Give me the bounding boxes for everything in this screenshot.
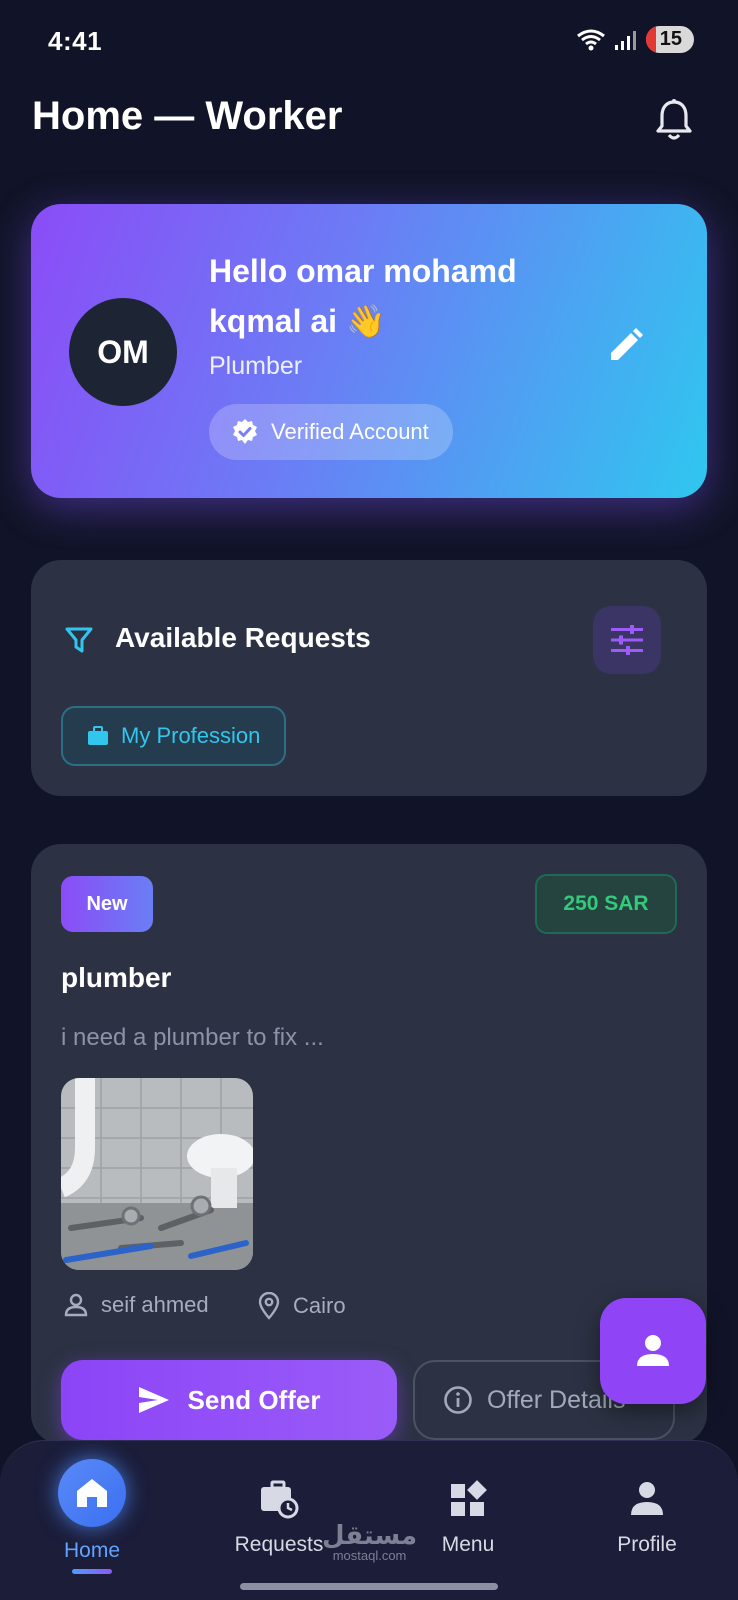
nav-label-profile: Profile [617,1533,677,1556]
verified-check-icon [233,419,257,444]
send-arrow-icon [138,1387,169,1413]
job-title: plumber [61,962,172,993]
profile-card: OM Hello omar mohamd kqmal ai 👋 Plumber … [31,204,707,498]
person-outline-icon [64,1293,88,1317]
home-icon [77,1479,107,1507]
nav-item-home[interactable]: Home [42,1441,142,1600]
active-tab-indicator [72,1569,112,1574]
my-profession-label: My Profession [121,723,261,748]
job-description: i need a plumber to fix ... [61,1024,324,1051]
job-photo-plumbing-tools[interactable] [61,1078,253,1270]
profession-text: Plumber [209,352,303,380]
price-badge: 250 SAR [535,874,677,934]
briefcase-icon [88,726,108,745]
info-circle-icon [444,1386,472,1414]
nav-label-home: Home [63,1539,121,1562]
edit-pencil-icon[interactable] [605,326,645,366]
nav-item-profile[interactable]: Profile [597,1441,697,1600]
home-indicator-bar[interactable] [240,1583,498,1590]
battery-indicator: 15 [645,26,694,53]
wifi-icon [576,29,605,50]
filter-funnel-icon [65,627,93,653]
location-info: Cairo [257,1292,346,1320]
nav-item-requests[interactable]: Requests [229,1441,329,1600]
signal-icon [614,30,636,50]
available-requests-title: Available Requests [115,622,371,653]
nav-label-menu: Menu [441,1533,495,1556]
briefcase-clock-icon [261,1480,299,1519]
status-bar: 4:41 15 [0,0,738,84]
floating-profile-button[interactable] [600,1298,706,1404]
widgets-icon [451,1480,487,1516]
new-badge: New [61,876,153,932]
status-time: 4:41 [48,26,103,56]
status-icons: 15 [576,26,694,53]
verified-badge: Verified Account [209,404,453,460]
watermark-arabic: مستقل [322,1520,418,1550]
nav-item-menu[interactable]: Menu [418,1441,518,1600]
plumbing-photo-illustration [61,1078,253,1270]
send-offer-button[interactable]: Send Offer [61,1360,397,1440]
verified-label: Verified Account [271,419,429,444]
person-icon [637,1335,669,1366]
avatar: OM [69,298,177,406]
greeting-text: Hello omar mohamd kqmal ai 👋 [209,253,517,339]
location-pin-icon [258,1292,280,1320]
available-requests-card: Available Requests My Profession [31,560,707,796]
nav-label-requests: Requests [234,1533,324,1556]
notification-bell-icon[interactable] [654,98,694,142]
tune-sliders-icon [611,625,643,655]
send-offer-label: Send Offer [187,1384,321,1415]
filter-settings-button[interactable] [593,606,661,674]
my-profession-filter-chip[interactable]: My Profession [61,706,287,766]
location-name: Cairo [293,1293,346,1318]
person-icon [631,1482,663,1515]
watermark-latin: mostaql.com [332,1548,407,1563]
client-name: seif ahmed [101,1292,209,1317]
page-title: Home — Worker [32,94,343,138]
client-info: seif ahmed [63,1292,209,1318]
home-icon-circle [58,1459,126,1527]
watermark: مستقل mostaql.com [322,1522,417,1563]
